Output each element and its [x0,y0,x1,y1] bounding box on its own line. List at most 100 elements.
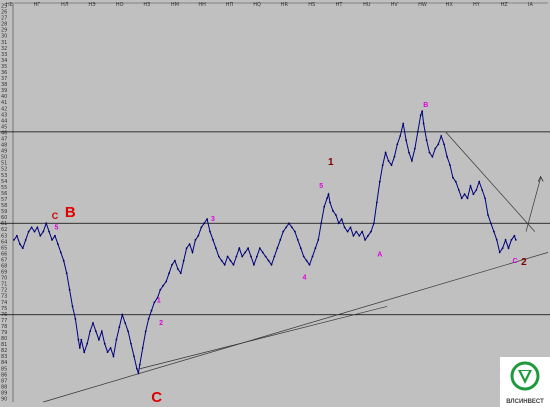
data-point [83,351,86,353]
data-point [381,164,384,167]
data-point [495,239,498,241]
data-point [258,247,261,250]
wave-label: A [377,252,382,259]
data-point [144,330,147,333]
data-point [270,263,273,266]
data-point [513,234,516,237]
x-tick-label: НU [363,2,371,8]
data-point [153,301,156,304]
y-tick-label: 90 [1,397,7,403]
data-point [115,338,118,341]
data-point [501,247,504,250]
data-point [469,185,472,187]
data-point [437,143,440,146]
data-point [86,342,89,345]
data-point [446,155,448,158]
x-tick-label: НY [473,2,481,8]
data-point [285,226,287,229]
data-point [174,259,176,262]
data-point [19,243,21,246]
data-point [282,230,285,233]
data-point [247,247,250,250]
data-point [80,338,83,341]
data-point [57,243,59,246]
data-point [250,255,252,258]
data-point [182,259,185,262]
data-point [390,164,393,167]
data-point [244,251,247,254]
x-tick-label: НН [198,2,206,8]
data-point [267,259,270,262]
data-point [402,122,405,125]
wave-label: 1 [157,297,161,304]
data-point [179,272,182,275]
x-tick-label: НТ [336,2,344,8]
data-point [498,251,501,254]
data-point [39,234,42,237]
data-point [54,234,56,237]
data-point [137,372,140,374]
data-point [171,263,173,266]
data-point [414,147,416,150]
data-point [217,255,220,258]
data-point [481,189,484,191]
data-point [460,197,463,200]
data-point [425,139,428,142]
x-tick-label: НV [391,2,399,8]
data-point [220,259,223,262]
data-point [375,201,378,204]
data-point [419,114,422,117]
x-tick-label: НЕ [6,2,13,8]
data-point [431,155,434,158]
data-point [326,197,328,200]
data-point [92,322,94,324]
data-point [16,234,18,237]
data-point [428,151,431,154]
data-point [449,164,451,167]
data-point [329,201,331,204]
x-tick-label: НЛ [61,2,69,8]
data-point [48,230,50,233]
data-point [141,347,144,349]
x-tick-label: НZ [501,2,509,8]
data-point [308,263,311,266]
logo-emblem-icon [510,361,540,391]
x-tick-label: НW [418,2,427,8]
logo: ВЛСИНВЕСТ [500,357,550,407]
data-point [150,309,153,312]
data-point [408,151,410,154]
data-point [256,255,258,258]
data-point [89,330,91,333]
data-point [124,322,127,324]
data-point [71,305,74,308]
data-point [261,251,264,254]
data-point [42,230,45,233]
data-point [162,284,165,287]
data-point [335,214,337,216]
data-point [364,239,366,241]
data-point [327,193,330,196]
data-point [332,209,334,212]
data-point [349,226,352,229]
data-point [68,288,71,291]
data-point [346,230,349,233]
data-point [405,139,407,142]
data-point [373,222,375,225]
data-point [109,347,112,349]
price-chart: 2526272829303132333435363738394041424344… [0,0,550,407]
data-point [235,255,238,258]
wave-label: 5 [319,183,323,190]
data-point [273,255,276,258]
data-point [463,193,466,196]
x-tick-label: IA [528,2,533,8]
data-point [311,255,314,258]
data-point [443,143,445,146]
data-point [27,230,30,233]
data-point [130,342,132,345]
data-point [51,239,53,241]
data-point [367,234,369,237]
data-point [352,234,355,237]
data-point [411,160,413,162]
x-tick-label: НЗ [143,2,150,8]
data-point [98,338,100,341]
